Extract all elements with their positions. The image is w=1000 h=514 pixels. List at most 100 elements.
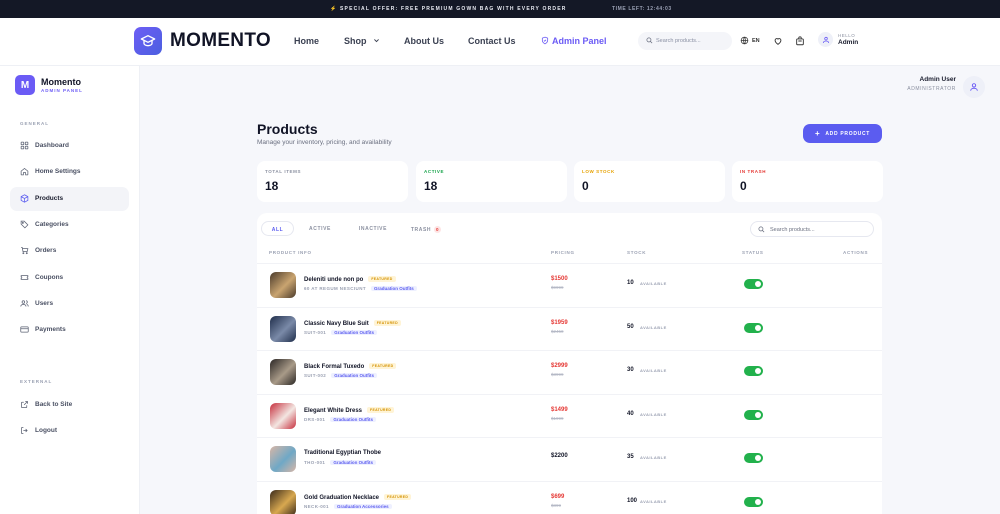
sidebar-item-products[interactable]: Products: [10, 187, 129, 211]
product-name-cell[interactable]: Classic Navy Blue Suit FEATURED: [304, 319, 401, 327]
product-old-price: $899: [551, 502, 562, 508]
tab-all[interactable]: ALL: [261, 221, 294, 236]
heart-icon[interactable]: [773, 36, 783, 46]
hello-label: HELLO: [838, 33, 856, 38]
header-user-info: Admin User ADMINISTRATOR: [907, 76, 956, 92]
product-old-price: $9999: [551, 285, 564, 290]
status-toggle[interactable]: [744, 496, 763, 507]
status-toggle[interactable]: [744, 409, 763, 420]
users-icon: [20, 300, 29, 307]
sidebar-item-home-settings[interactable]: Home Settings: [10, 160, 129, 184]
status-toggle[interactable]: [744, 322, 763, 333]
product-sku-cell: THO-001 Graduation Outfits: [304, 460, 377, 465]
graduation-cap-icon: [140, 35, 156, 47]
sidebar-item-label: Users: [35, 300, 54, 307]
user-icon: [822, 36, 829, 43]
nav-user-menu[interactable]: HELLO Admin: [818, 32, 858, 47]
table-row[interactable]: Traditional Egyptian Thobe THO-001 Graduat…: [257, 437, 882, 481]
product-thumbnail[interactable]: [270, 402, 296, 429]
box-icon: [20, 194, 29, 203]
bag-icon[interactable]: [795, 36, 805, 46]
product-thumbnail[interactable]: [270, 489, 296, 514]
product-name-cell[interactable]: Traditional Egyptian Thobe: [304, 450, 381, 456]
chevron-down-icon: [374, 39, 379, 43]
product-name: Classic Navy Blue Suit: [304, 320, 369, 327]
product-thumbnail[interactable]: [270, 315, 296, 342]
toggle-knob: [755, 411, 761, 418]
table-row[interactable]: Elegant White Dress FEATURED DRS-001 Gradua…: [257, 393, 882, 438]
page-title: Products: [257, 121, 318, 137]
product-stock: 30: [627, 367, 634, 373]
header-avatar[interactable]: [963, 76, 985, 98]
product-thumbnail[interactable]: [270, 272, 296, 298]
trash-count-badge: 0: [434, 226, 442, 233]
col-header-pricing: PRICING: [551, 250, 575, 255]
sidebar-item-label: Orders: [35, 247, 57, 254]
nav-contact[interactable]: Contact Us: [468, 36, 516, 46]
sidebar-item-categories[interactable]: Categories: [10, 213, 129, 237]
product-sku: NECK-001: [304, 503, 329, 509]
product-stock: 10: [627, 280, 634, 286]
product-name: Deleniti unde non po: [304, 277, 364, 283]
sidebar-item-coupons[interactable]: Coupons: [10, 266, 129, 290]
search-icon: [646, 37, 653, 44]
table-row[interactable]: Black Formal Tuxedo FEATURED SUIT-002 Gradu…: [257, 350, 882, 394]
nav-search-input[interactable]: Search products...: [638, 32, 732, 50]
language-switcher[interactable]: EN: [740, 36, 760, 45]
stat-label: TOTAL ITEMS: [265, 169, 302, 174]
product-sku-cell: 60 AT REGUM NESCIUNT Graduation Outfits: [304, 286, 417, 291]
nav-about[interactable]: About Us: [404, 36, 444, 46]
product-sku-cell: DRS-001 Graduation Outfits: [304, 416, 377, 422]
status-toggle[interactable]: [744, 279, 763, 289]
cart-icon: [21, 247, 29, 255]
table-row[interactable]: Classic Navy Blue Suit FEATURED SUIT-001 Gr…: [257, 306, 882, 351]
product-thumbnail[interactable]: [270, 359, 296, 385]
nav-home[interactable]: Home: [294, 36, 319, 46]
page-subtitle: Manage your inventory, pricing, and avai…: [257, 139, 392, 146]
stat-value: 18: [265, 179, 279, 193]
product-thumbnail[interactable]: [270, 446, 296, 472]
sidebar-item-dashboard[interactable]: Dashboard: [10, 134, 129, 158]
announcement-bar: ⚡ SPECIAL OFFER: FREE PREMIUM GOWN BAG W…: [0, 0, 1000, 18]
status-toggle[interactable]: [744, 453, 763, 463]
table-search-input[interactable]: Search products...: [750, 221, 874, 237]
user-icon: [970, 83, 978, 91]
product-stock: 35: [627, 454, 634, 460]
product-name-cell[interactable]: Deleniti unde non po FEATURED: [304, 276, 396, 283]
offer-text: ⚡ SPECIAL OFFER: FREE PREMIUM GOWN BAG W…: [330, 6, 567, 12]
brand-logo[interactable]: [134, 27, 162, 55]
sidebar-item-back-to-site[interactable]: Back to Site: [10, 393, 129, 417]
section-external-label: EXTERNAL: [20, 379, 53, 384]
stat-label: IN TRASH: [740, 169, 767, 174]
product-price: $1500: [551, 276, 568, 282]
product-name-cell[interactable]: Elegant White Dress FEATURED: [304, 406, 395, 414]
product-old-price: $1999: [551, 415, 564, 421]
table-search-placeholder: Search products...: [770, 227, 815, 233]
add-product-button[interactable]: + ADD PRODUCT: [803, 124, 882, 143]
product-name-cell[interactable]: Gold Graduation Necklace FEATURED: [304, 493, 412, 501]
nav-shop[interactable]: Shop: [344, 36, 380, 46]
category-badge: Graduation Outfits: [330, 416, 377, 422]
nav-admin-panel[interactable]: Admin Panel: [541, 36, 607, 46]
table-row[interactable]: Deleniti unde non po FEATURED 60 AT REGUM …: [257, 263, 882, 307]
stat-card-total: TOTAL ITEMS 18: [257, 161, 408, 202]
product-name-cell[interactable]: Black Formal Tuxedo FEATURED: [304, 363, 397, 370]
sidebar-item-label: Categories: [35, 221, 69, 228]
product-name: Traditional Egyptian Thobe: [304, 450, 382, 456]
toggle-knob: [755, 324, 761, 331]
products-table-panel: ALL ACTIVE INACTIVE TRASH 0 Search produc…: [257, 213, 882, 514]
tab-active[interactable]: ACTIVE: [303, 221, 337, 236]
tab-inactive[interactable]: INACTIVE: [351, 221, 395, 236]
sidebar-item-users[interactable]: Users: [10, 292, 129, 316]
sidebar-item-orders[interactable]: Orders: [10, 239, 129, 263]
section-general-label: GENERAL: [20, 121, 50, 126]
status-toggle[interactable]: [744, 366, 763, 376]
table-row[interactable]: Gold Graduation Necklace FEATURED NECK-001…: [257, 480, 882, 514]
sidebar-item-label: Products: [35, 195, 64, 202]
tab-trash[interactable]: TRASH 0: [407, 221, 445, 236]
category-badge: Graduation Outfits: [371, 286, 417, 291]
brand-name[interactable]: MOMENTO: [170, 30, 271, 52]
sidebar-item-payments[interactable]: Payments: [10, 318, 129, 342]
featured-badge: FEATURED: [369, 363, 397, 369]
sidebar-item-logout[interactable]: Logout: [10, 419, 129, 443]
